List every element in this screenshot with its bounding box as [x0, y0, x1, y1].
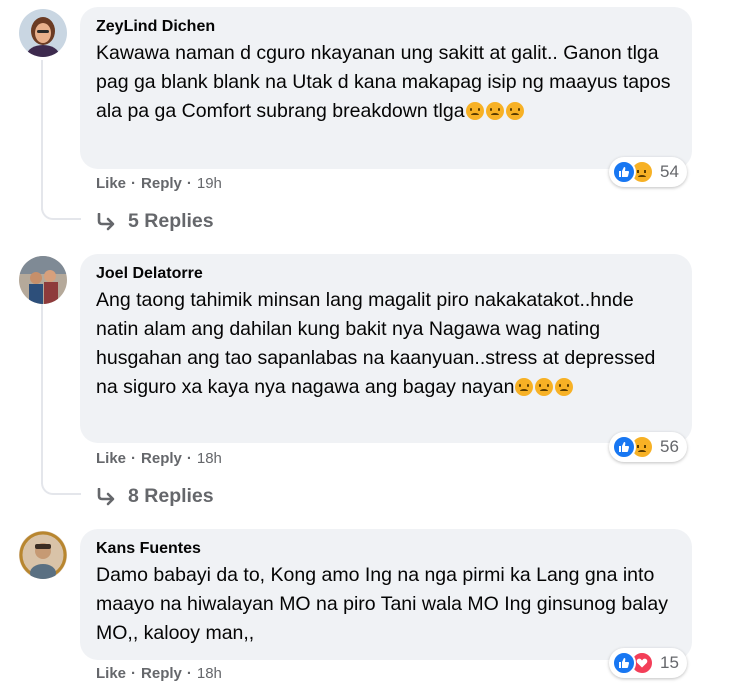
sad-face-emoji [505, 102, 524, 120]
avatar[interactable] [19, 9, 67, 57]
thread-line [41, 304, 43, 484]
sad-face-emoji [465, 102, 524, 120]
separator-dot: · [131, 175, 137, 192]
comment-text: Damo babayi da to, Kong amo Ing na nga p… [96, 564, 668, 644]
like-reaction-icon [612, 160, 636, 184]
sad-face-emoji [485, 102, 504, 120]
comment-actions: Like · Reply · 18h [96, 450, 222, 467]
sad-face-emoji [535, 378, 554, 396]
view-replies-button[interactable]: 8 Replies [96, 485, 214, 508]
avatar[interactable] [19, 531, 67, 579]
thread-connector [41, 206, 81, 220]
comment-actions: Like · Reply · 18h [96, 665, 222, 682]
replies-label: 8 Replies [128, 485, 214, 507]
thread-connector [41, 481, 81, 495]
comment-bubble: ZeyLind Dichen Kawawa naman d cguro nkay… [80, 7, 692, 169]
reply-link[interactable]: Reply [141, 450, 182, 467]
like-reaction-icon [612, 651, 636, 675]
reply-arrow-icon [97, 487, 115, 505]
reaction-summary[interactable]: 56 [609, 432, 687, 462]
reply-arrow-icon [97, 212, 115, 230]
reaction-summary[interactable]: 15 [609, 648, 687, 678]
separator-dot: · [131, 665, 137, 682]
comment-actions: Like · Reply · 19h [96, 175, 222, 192]
comment-time[interactable]: 18h [197, 665, 222, 682]
comment-author[interactable]: ZeyLind Dichen [96, 17, 674, 37]
sad-face-emoji [515, 378, 574, 396]
reaction-count: 15 [660, 653, 679, 672]
avatar[interactable] [19, 256, 67, 304]
comment-time[interactable]: 19h [197, 175, 222, 192]
separator-dot: · [186, 665, 192, 682]
separator-dot: · [131, 450, 137, 467]
replies-label: 5 Replies [128, 210, 214, 232]
like-link[interactable]: Like [96, 175, 126, 192]
comment-bubble: Joel Delatorre Ang taong tahimik minsan … [80, 254, 692, 443]
comment-bubble: Kans Fuentes Damo babayi da to, Kong amo… [80, 529, 692, 660]
like-link[interactable]: Like [96, 450, 126, 467]
comment-time[interactable]: 18h [197, 450, 222, 467]
sad-face-emoji [515, 378, 534, 396]
view-replies-button[interactable]: 5 Replies [96, 210, 214, 233]
reaction-count: 56 [660, 437, 679, 456]
comment-author[interactable]: Kans Fuentes [96, 539, 674, 559]
sad-face-emoji [465, 102, 484, 120]
like-link[interactable]: Like [96, 665, 126, 682]
thread-line [41, 60, 43, 210]
reply-link[interactable]: Reply [141, 665, 182, 682]
separator-dot: · [186, 450, 192, 467]
separator-dot: · [186, 175, 192, 192]
reply-link[interactable]: Reply [141, 175, 182, 192]
comment-text: Ang taong tahimik minsan lang magalit pi… [96, 289, 656, 398]
sad-face-emoji [555, 378, 574, 396]
like-reaction-icon [612, 435, 636, 459]
reaction-count: 54 [660, 162, 679, 181]
comment-author[interactable]: Joel Delatorre [96, 264, 674, 284]
reaction-summary[interactable]: 54 [609, 157, 687, 187]
comment-text: Kawawa naman d cguro nkayanan ung sakitt… [96, 42, 671, 122]
